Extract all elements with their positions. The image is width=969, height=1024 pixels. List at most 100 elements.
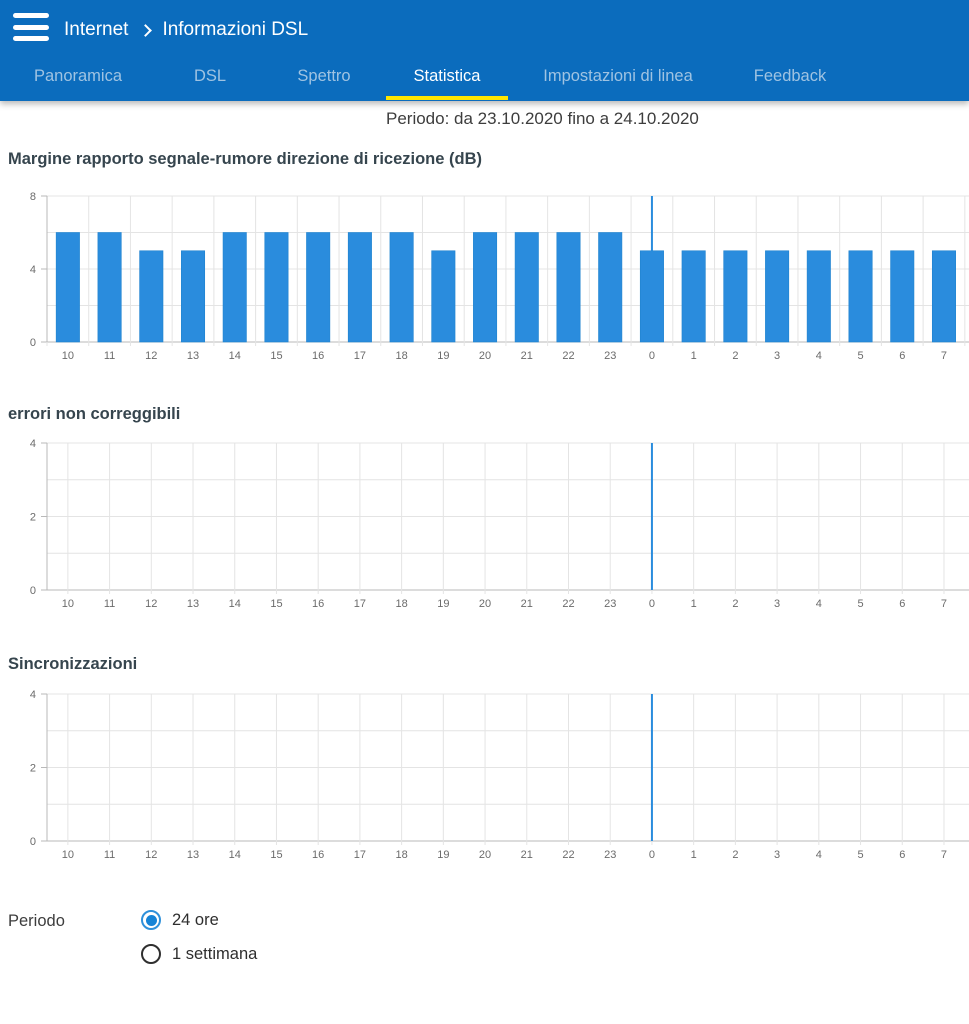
- x-tick-label: 0: [649, 849, 655, 861]
- chart-canvas: 024101112131415161718192021222301234567: [0, 433, 969, 618]
- chart-uncorrectable-errors: 024101112131415161718192021222301234567: [0, 433, 969, 618]
- x-tick-label: 23: [604, 350, 616, 362]
- radio-option-1week-label: 1 settimana: [172, 945, 257, 964]
- y-tick-label: 0: [30, 337, 36, 349]
- x-tick-label: 12: [145, 350, 157, 362]
- bar-7: [932, 251, 955, 342]
- x-tick-label: 1: [691, 849, 697, 861]
- chevron-right-icon: [140, 24, 153, 37]
- chart-title-synchronizations: Sincronizzazioni: [8, 655, 137, 674]
- x-tick-label: 7: [941, 849, 947, 861]
- bar-16: [306, 233, 329, 343]
- x-tick-label: 2: [732, 849, 738, 861]
- tab-feedback[interactable]: Feedback: [730, 63, 850, 101]
- x-tick-label: 15: [270, 598, 282, 610]
- x-tick-label: 4: [816, 849, 822, 861]
- y-tick-label: 8: [30, 191, 36, 203]
- chart-snr-downstream: 048101112131415161718192021222301234567: [0, 186, 969, 371]
- x-tick-label: 20: [479, 849, 491, 861]
- x-tick-label: 22: [562, 849, 574, 861]
- x-tick-label: 13: [187, 598, 199, 610]
- x-tick-label: 20: [479, 350, 491, 362]
- radio-unselected-icon[interactable]: [141, 944, 161, 964]
- x-tick-label: 10: [62, 350, 74, 362]
- x-tick-label: 14: [229, 598, 241, 610]
- chart-title-snr: Margine rapporto segnale-rumore direzion…: [8, 150, 482, 169]
- x-tick-label: 19: [437, 598, 449, 610]
- x-tick-label: 21: [521, 350, 533, 362]
- x-tick-label: 15: [270, 350, 282, 362]
- x-tick-label: 14: [229, 849, 241, 861]
- header-bar: Internet Informazioni DSL Panoramica DSL…: [0, 0, 969, 101]
- bar-0: [640, 251, 663, 342]
- bar-1: [682, 251, 705, 342]
- y-tick-label: 2: [30, 512, 36, 524]
- x-tick-label: 23: [604, 598, 616, 610]
- breadcrumb-section[interactable]: Internet: [64, 19, 128, 41]
- bar-22: [557, 233, 580, 343]
- bar-20: [473, 233, 496, 343]
- x-tick-label: 18: [395, 849, 407, 861]
- radio-option-24h-label: 24 ore: [172, 911, 219, 930]
- bar-13: [181, 251, 204, 342]
- x-tick-label: 5: [857, 350, 863, 362]
- x-tick-label: 3: [774, 849, 780, 861]
- x-tick-label: 6: [899, 350, 905, 362]
- bar-14: [223, 233, 246, 343]
- x-tick-label: 13: [187, 849, 199, 861]
- bar-21: [515, 233, 538, 343]
- x-tick-label: 18: [395, 598, 407, 610]
- x-tick-label: 4: [816, 350, 822, 362]
- x-tick-label: 20: [479, 598, 491, 610]
- chart-canvas: 048101112131415161718192021222301234567: [0, 186, 969, 371]
- x-tick-label: 18: [395, 350, 407, 362]
- x-tick-label: 22: [562, 598, 574, 610]
- x-tick-label: 5: [857, 849, 863, 861]
- tab-spettro[interactable]: Spettro: [264, 63, 384, 101]
- x-tick-label: 10: [62, 598, 74, 610]
- x-tick-label: 14: [229, 350, 241, 362]
- x-tick-label: 21: [521, 849, 533, 861]
- x-tick-label: 17: [354, 350, 366, 362]
- bar-4: [807, 251, 830, 342]
- tab-impostazioni-di-linea[interactable]: Impostazioni di linea: [518, 63, 718, 101]
- x-tick-label: 12: [145, 598, 157, 610]
- tab-dsl[interactable]: DSL: [150, 63, 270, 101]
- hamburger-menu-icon[interactable]: [13, 13, 49, 41]
- x-tick-label: 0: [649, 350, 655, 362]
- chart-title-uncorrectable-errors: errori non correggibili: [8, 405, 180, 424]
- bar-2: [724, 251, 747, 342]
- x-tick-label: 6: [899, 849, 905, 861]
- bar-5: [849, 251, 872, 342]
- y-tick-label: 4: [30, 689, 36, 701]
- x-tick-label: 17: [354, 849, 366, 861]
- chart-synchronizations: 024101112131415161718192021222301234567: [0, 684, 969, 869]
- x-tick-label: 15: [270, 849, 282, 861]
- x-tick-label: 5: [857, 598, 863, 610]
- x-tick-label: 0: [649, 598, 655, 610]
- x-tick-label: 7: [941, 598, 947, 610]
- radio-option-1week[interactable]: 1 settimana: [141, 944, 257, 964]
- x-tick-label: 19: [437, 350, 449, 362]
- y-tick-label: 2: [30, 763, 36, 775]
- x-tick-label: 1: [691, 350, 697, 362]
- x-tick-label: 16: [312, 350, 324, 362]
- chart-canvas: 024101112131415161718192021222301234567: [0, 684, 969, 869]
- x-tick-label: 16: [312, 849, 324, 861]
- breadcrumb-page: Informazioni DSL: [162, 19, 308, 41]
- x-tick-label: 11: [104, 598, 115, 610]
- x-tick-label: 12: [145, 849, 157, 861]
- x-tick-label: 3: [774, 350, 780, 362]
- tab-panoramica[interactable]: Panoramica: [18, 63, 138, 101]
- radio-selected-icon[interactable]: [141, 910, 161, 930]
- x-tick-label: 16: [312, 598, 324, 610]
- radio-option-24h[interactable]: 24 ore: [141, 910, 219, 930]
- bar-11: [98, 233, 121, 343]
- x-tick-label: 21: [521, 598, 533, 610]
- x-tick-label: 6: [899, 598, 905, 610]
- period-range-text: Periodo: da 23.10.2020 fino a 24.10.2020: [386, 109, 699, 129]
- x-tick-label: 4: [816, 598, 822, 610]
- breadcrumb: Internet Informazioni DSL: [64, 17, 308, 43]
- tab-statistica[interactable]: Statistica: [386, 63, 508, 101]
- x-tick-label: 23: [604, 849, 616, 861]
